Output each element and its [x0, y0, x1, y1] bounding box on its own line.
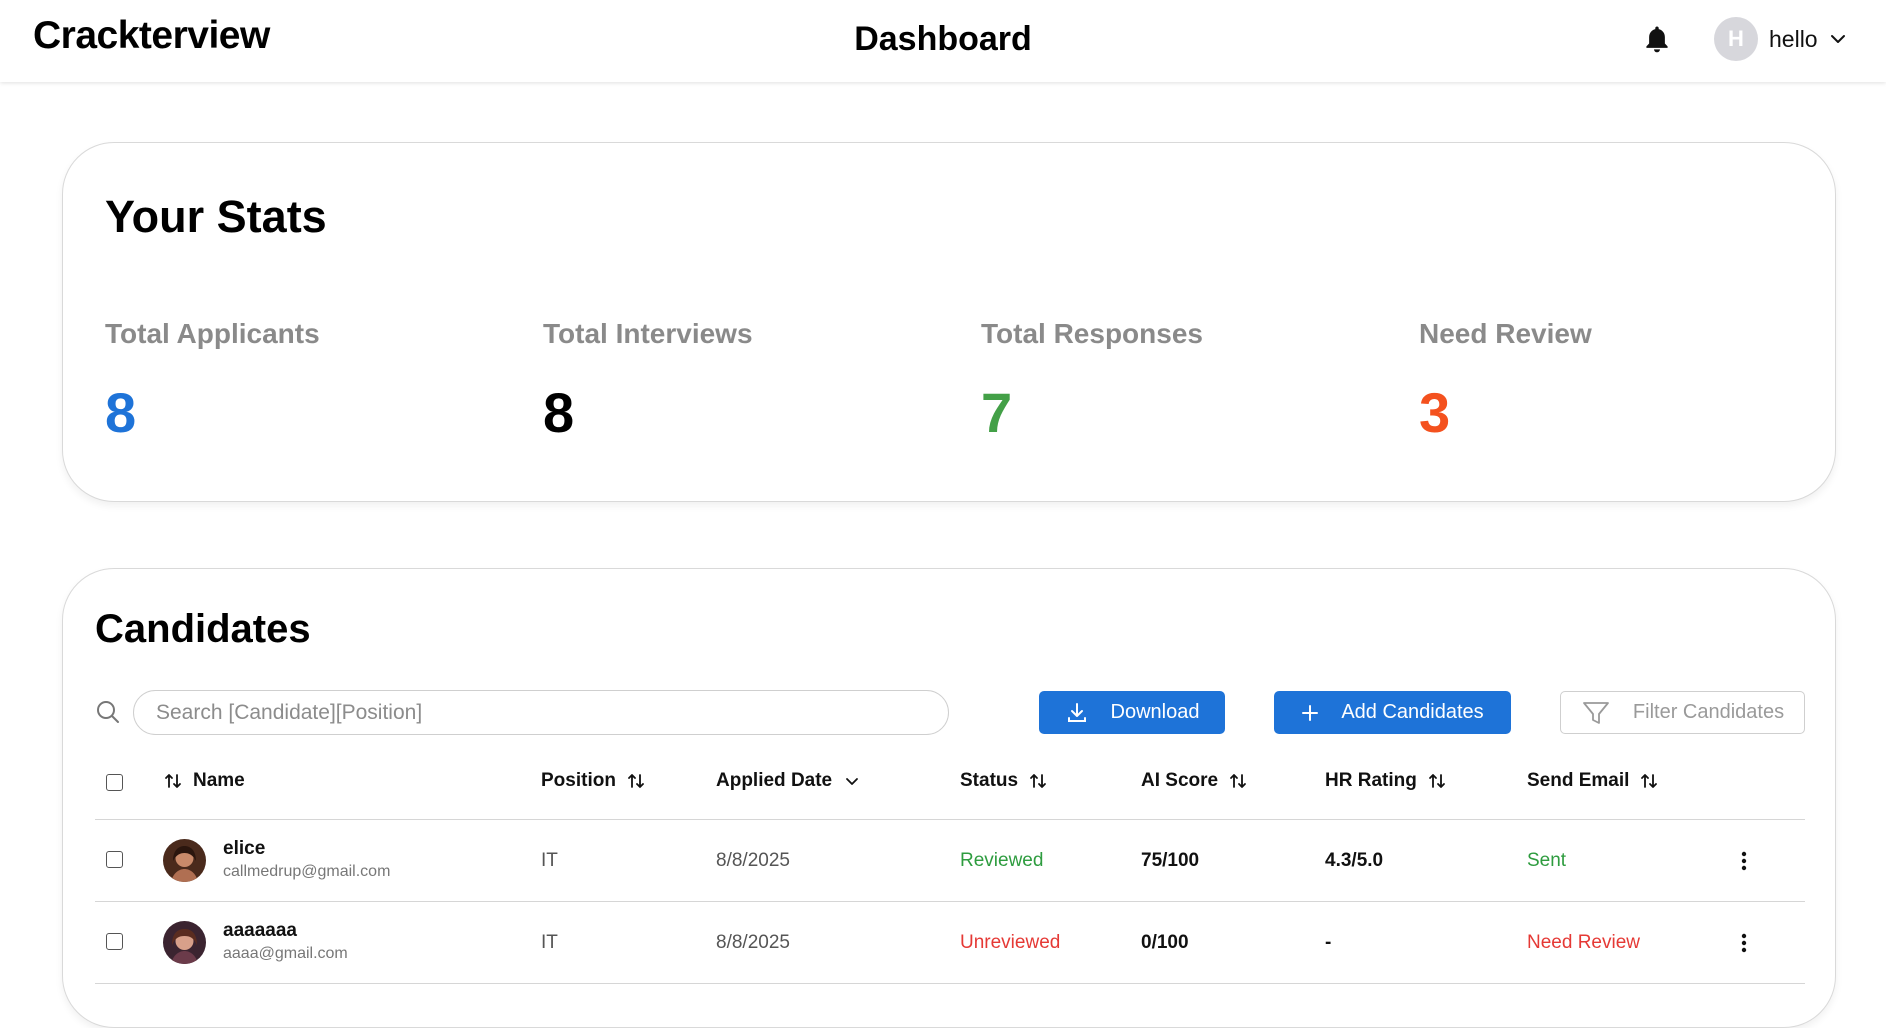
user-name[interactable]: hello	[1769, 26, 1818, 53]
sort-icon	[1428, 774, 1445, 788]
sort-icon	[165, 774, 181, 788]
filter-icon	[1583, 701, 1609, 724]
candidate-ai-score: 0/100	[1141, 932, 1189, 953]
download-button[interactable]: Download	[1039, 691, 1225, 734]
bell-icon[interactable]	[1642, 24, 1672, 56]
stat-total-responses: Total Responses 7	[981, 318, 1361, 445]
search-input[interactable]	[133, 690, 949, 735]
sort-icon	[628, 774, 644, 788]
table-row[interactable]: aaaaaaa aaaa@gmail.com IT 8/8/2025 Unrev…	[95, 902, 1805, 984]
stat-need-review: Need Review 3	[1419, 318, 1799, 445]
candidates-title: Candidates	[95, 607, 311, 651]
candidate-email: aaaa@gmail.com	[223, 945, 348, 962]
column-name-label: Name	[193, 770, 245, 791]
column-position-label: Position	[541, 770, 616, 791]
column-send-email[interactable]: Send Email	[1527, 770, 1659, 792]
candidate-applied-date: 8/8/2025	[716, 932, 790, 953]
stat-label: Total Applicants	[105, 318, 320, 349]
brand-logo[interactable]: Crackterview	[33, 14, 270, 58]
row-checkbox[interactable]	[106, 851, 123, 868]
add-candidates-button[interactable]: Add Candidates	[1274, 691, 1511, 734]
candidate-ai-score: 75/100	[1141, 850, 1200, 871]
stat-total-applicants: Total Applicants 8	[105, 318, 485, 445]
filter-candidates-button[interactable]: Filter Candidates	[1560, 691, 1805, 734]
stat-total-interviews: Total Interviews 8	[543, 318, 923, 445]
add-candidates-label: Add Candidates	[1341, 701, 1484, 723]
top-navbar: Crackterview Dashboard H hello	[0, 0, 1886, 82]
stat-label: Total Responses	[981, 318, 1203, 349]
candidate-send-email[interactable]: Need Review	[1527, 932, 1640, 954]
stat-value: 8	[543, 381, 575, 444]
chevron-down-icon	[846, 778, 859, 785]
plus-icon	[1302, 704, 1319, 721]
page-title: Dashboard	[854, 20, 1032, 58]
download-icon	[1067, 702, 1086, 722]
stat-value: 3	[1419, 381, 1451, 444]
stats-title: Your Stats	[105, 191, 327, 242]
column-applied-date[interactable]: Applied Date	[716, 770, 862, 792]
sort-icon	[1030, 774, 1046, 788]
column-hr-rating-label: HR Rating	[1325, 770, 1417, 791]
column-ai-score-label: AI Score	[1141, 770, 1219, 791]
row-checkbox[interactable]	[106, 933, 123, 950]
column-ai-score[interactable]: AI Score	[1141, 770, 1248, 792]
chevron-down-icon[interactable]	[1829, 30, 1847, 48]
candidate-status: Unreviewed	[960, 932, 1061, 953]
column-status-label: Status	[960, 770, 1019, 791]
sort-icon	[1230, 774, 1246, 788]
search-icon	[95, 699, 121, 725]
candidate-applied-date: 8/8/2025	[716, 850, 790, 871]
select-all-checkbox[interactable]	[106, 774, 123, 791]
candidates-table: Name Position Applied Date Status AI Sco…	[95, 744, 1805, 984]
candidate-email: callmedrup@gmail.com	[223, 863, 391, 880]
more-options-icon[interactable]	[1740, 850, 1748, 872]
candidate-hr-rating: -	[1325, 932, 1332, 953]
column-status[interactable]: Status	[960, 770, 1048, 792]
column-hr-rating[interactable]: HR Rating	[1325, 770, 1447, 792]
candidate-name[interactable]: elice	[223, 838, 265, 860]
candidate-position: IT	[541, 932, 558, 953]
candidates-card: Candidates Download Add Candidates Filte…	[62, 568, 1836, 1028]
candidate-position: IT	[541, 850, 558, 871]
candidate-name[interactable]: aaaaaaa	[223, 920, 297, 942]
stat-label: Need Review	[1419, 318, 1592, 349]
avatar	[163, 839, 206, 882]
user-avatar[interactable]: H	[1714, 17, 1758, 61]
candidate-hr-rating: 4.3/5.0	[1325, 850, 1384, 871]
avatar	[163, 921, 206, 964]
filter-candidates-label: Filter Candidates	[1632, 701, 1785, 723]
stat-value: 8	[105, 381, 137, 444]
candidate-send-email[interactable]: Sent	[1527, 850, 1566, 872]
column-name[interactable]: Name	[163, 770, 245, 792]
stat-value: 7	[981, 381, 1013, 444]
column-position[interactable]: Position	[541, 770, 646, 792]
sort-icon	[1641, 774, 1658, 788]
stats-card: Your Stats Total Applicants 8 Total Inte…	[62, 142, 1836, 502]
download-label: Download	[1110, 701, 1200, 723]
table-row[interactable]: elice callmedrup@gmail.com IT 8/8/2025 R…	[95, 820, 1805, 902]
more-options-icon[interactable]	[1740, 932, 1748, 954]
column-send-email-label: Send Email	[1527, 770, 1630, 791]
table-header: Name Position Applied Date Status AI Sco…	[95, 744, 1805, 820]
column-applied-date-label: Applied Date	[716, 770, 833, 791]
stat-label: Total Interviews	[543, 318, 753, 349]
candidate-status: Reviewed	[960, 850, 1044, 871]
